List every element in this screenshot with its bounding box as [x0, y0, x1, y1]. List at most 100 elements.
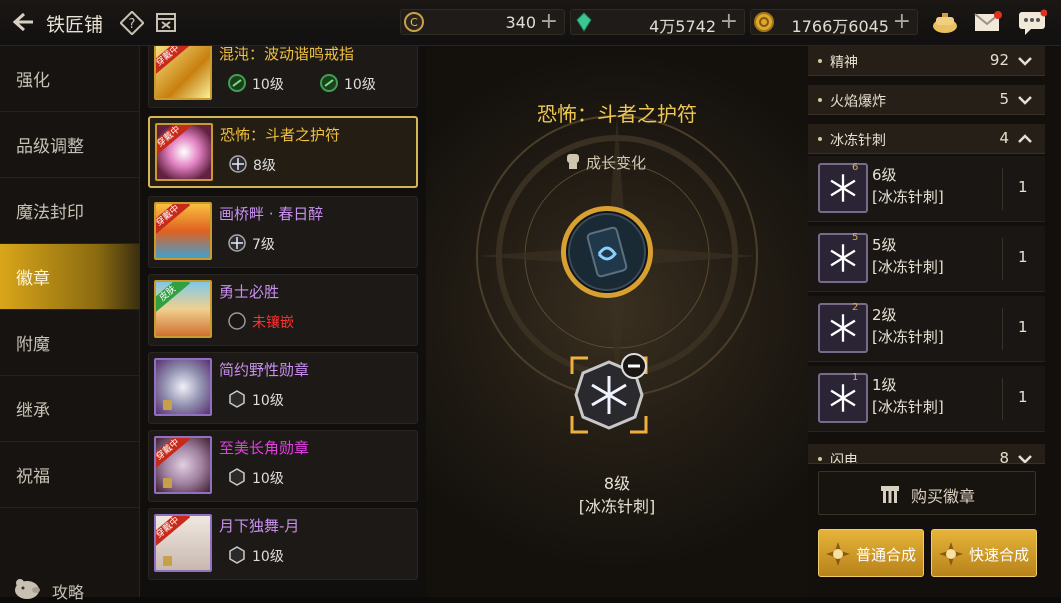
- nav-item-label: 继承: [16, 401, 50, 421]
- list-item[interactable]: 穿戴中 画桥畔 · 春日醉 7级: [148, 196, 418, 268]
- item-thumbnail: 穿戴中: [154, 514, 212, 572]
- emblem-level: 1级: [872, 376, 897, 394]
- add-currency-button[interactable]: +: [893, 9, 911, 34]
- item-name: 简约野性勋章: [219, 361, 310, 379]
- buy-emblem-button[interactable]: 购买徽章: [818, 471, 1036, 515]
- emblem-inventory-item[interactable]: 5 5级 [冰冻针刺] 1: [808, 226, 1045, 292]
- item-thumbnail: 皮肤: [154, 280, 212, 338]
- lock-icon: [163, 478, 172, 488]
- bullet-icon: [818, 98, 822, 102]
- item-thumbnail: 穿戴中: [155, 123, 213, 181]
- equipped-badge: 穿戴中: [156, 516, 191, 549]
- divider: [1002, 238, 1003, 280]
- item-thumbnail: [154, 358, 212, 416]
- mail-icon[interactable]: [973, 10, 1003, 34]
- chevron-down-icon: [1018, 455, 1032, 463]
- category-name: 冰冻针刺: [830, 133, 886, 149]
- category-lightning[interactable]: 闪电 8: [808, 444, 1045, 464]
- nav-item-bless[interactable]: 祝福: [0, 442, 140, 508]
- add-currency-button[interactable]: +: [540, 9, 558, 34]
- list-item[interactable]: 穿戴中 混沌：波动谐鸣戒指 10级 10级: [148, 46, 418, 108]
- snowflake-emblem-icon: [818, 163, 868, 213]
- currency-crystal: 4万5742 +: [570, 9, 745, 36]
- nav-item-inherit[interactable]: 继承: [0, 376, 140, 442]
- chevron-down-icon: [1018, 57, 1032, 66]
- page-title: 铁匠铺: [46, 14, 104, 36]
- guide-label: 攻略: [52, 583, 85, 602]
- snowflake-slot-icon: [228, 234, 246, 252]
- category-count: 4: [999, 129, 1009, 147]
- emblem-inventory-item[interactable]: 6 6级 [冰冻针刺] 1: [808, 156, 1045, 222]
- item-name: 勇士必胜: [219, 283, 280, 301]
- emblem-quantity: 1: [1018, 178, 1028, 196]
- gold-coin-icon: [754, 12, 774, 32]
- nav-item-grade-adjust[interactable]: 品级调整: [0, 112, 140, 178]
- fast-synthesis-label: 快速合成: [969, 546, 1030, 564]
- nav-item-label: 强化: [16, 71, 50, 91]
- bullet-icon: [818, 59, 822, 63]
- normal-synthesis-button[interactable]: 普通合成: [818, 529, 924, 577]
- left-nav: 强化 品级调整 魔法封印 徽章 附魔 继承 祝福 攻略: [0, 46, 140, 602]
- emblem-level: 2级: [872, 306, 897, 324]
- list-item[interactable]: 皮肤 勇士必胜 未镶嵌: [148, 274, 418, 346]
- snowflake-slot-icon: [229, 155, 247, 173]
- category-name: 闪电: [830, 453, 858, 464]
- list-item[interactable]: 穿戴中 至美长角勋章 10级: [148, 430, 418, 502]
- pig-guide-icon: [15, 579, 40, 599]
- emblem-level-number: 5: [852, 232, 859, 243]
- item-name: 画桥畔 · 春日醉: [219, 205, 324, 223]
- pot-icon[interactable]: [930, 8, 960, 36]
- divider: [1002, 308, 1003, 350]
- nav-item-label: 品级调整: [16, 137, 84, 157]
- equipped-emblem-slot[interactable]: [566, 352, 652, 438]
- item-thumbnail: 穿戴中: [154, 436, 212, 494]
- nav-item-enhance[interactable]: 强化: [0, 46, 140, 112]
- nav-item-enchant[interactable]: 附魔: [0, 310, 140, 376]
- category-spirit[interactable]: 精神 92: [808, 46, 1045, 76]
- divider: [1002, 168, 1003, 210]
- equipped-badge: 穿戴中: [156, 438, 191, 471]
- list-item[interactable]: 穿戴中 月下独舞-月 10级: [148, 508, 418, 580]
- currency-value: 1766万6045: [791, 17, 889, 36]
- emblem-level-number: 6: [852, 162, 859, 173]
- item-thumbnail: 穿戴中: [154, 46, 212, 100]
- list-item[interactable]: 简约野性勋章 10级: [148, 352, 418, 424]
- category-fire-blast[interactable]: 火焰爆炸 5: [808, 85, 1045, 115]
- nav-item-emblem[interactable]: 徽章: [0, 244, 140, 310]
- nav-item-label: 魔法封印: [16, 203, 84, 223]
- fast-synthesis-button[interactable]: 快速合成: [931, 529, 1037, 577]
- emblem-detail-panel: 恐怖：斗者之护符 成长变化 8级 [冰冻针刺]: [426, 46, 808, 597]
- empty-slot-icon: [228, 312, 246, 330]
- nav-item-magic-seal[interactable]: 魔法封印: [0, 178, 140, 244]
- bullet-icon: [818, 457, 822, 461]
- skin-badge: 皮肤: [156, 282, 191, 315]
- list-item-selected[interactable]: 穿戴中 恐怖：斗者之护符 8级: [148, 116, 418, 188]
- emblem-level-number: 1: [852, 372, 859, 383]
- item-thumbnail: 穿戴中: [154, 202, 212, 260]
- equipped-badge: 穿戴中: [156, 46, 191, 77]
- emblem-inventory-item[interactable]: 2 2级 [冰冻针刺] 1: [808, 296, 1045, 362]
- nav-item-label: 附魔: [16, 335, 50, 355]
- divider: [1002, 378, 1003, 420]
- chat-icon[interactable]: [1017, 9, 1047, 37]
- emblem-level: 5级: [872, 236, 897, 254]
- calendar-icon[interactable]: [155, 11, 177, 33]
- category-name: 火焰爆炸: [830, 94, 886, 110]
- back-arrow-icon[interactable]: [10, 9, 36, 35]
- add-currency-button[interactable]: +: [720, 9, 738, 34]
- emblem-inventory-item[interactable]: 1 1级 [冰冻针刺] 1: [808, 366, 1045, 432]
- emblem-level: 6级: [872, 166, 897, 184]
- category-count: 92: [989, 51, 1009, 69]
- green-gem-slot-icon: [228, 74, 246, 92]
- amulet-emblem-icon: [561, 206, 653, 298]
- category-ice-needle[interactable]: 冰冻针刺 4: [808, 124, 1045, 154]
- emblem-list: 穿戴中 混沌：波动谐鸣戒指 10级 10级 穿戴中 恐怖：斗者之护符 8级 穿戴…: [140, 46, 426, 597]
- item-name: 月下独舞-月: [219, 517, 300, 535]
- synthesis-emblem-icon: [939, 542, 963, 566]
- help-icon[interactable]: ?: [120, 11, 144, 35]
- emblem-name: [冰冻针刺]: [872, 398, 944, 416]
- shop-icon: [881, 486, 899, 503]
- synthesis-emblem-icon: [826, 542, 850, 566]
- normal-synthesis-label: 普通合成: [856, 546, 917, 564]
- emblem-name: [冰冻针刺]: [872, 328, 944, 346]
